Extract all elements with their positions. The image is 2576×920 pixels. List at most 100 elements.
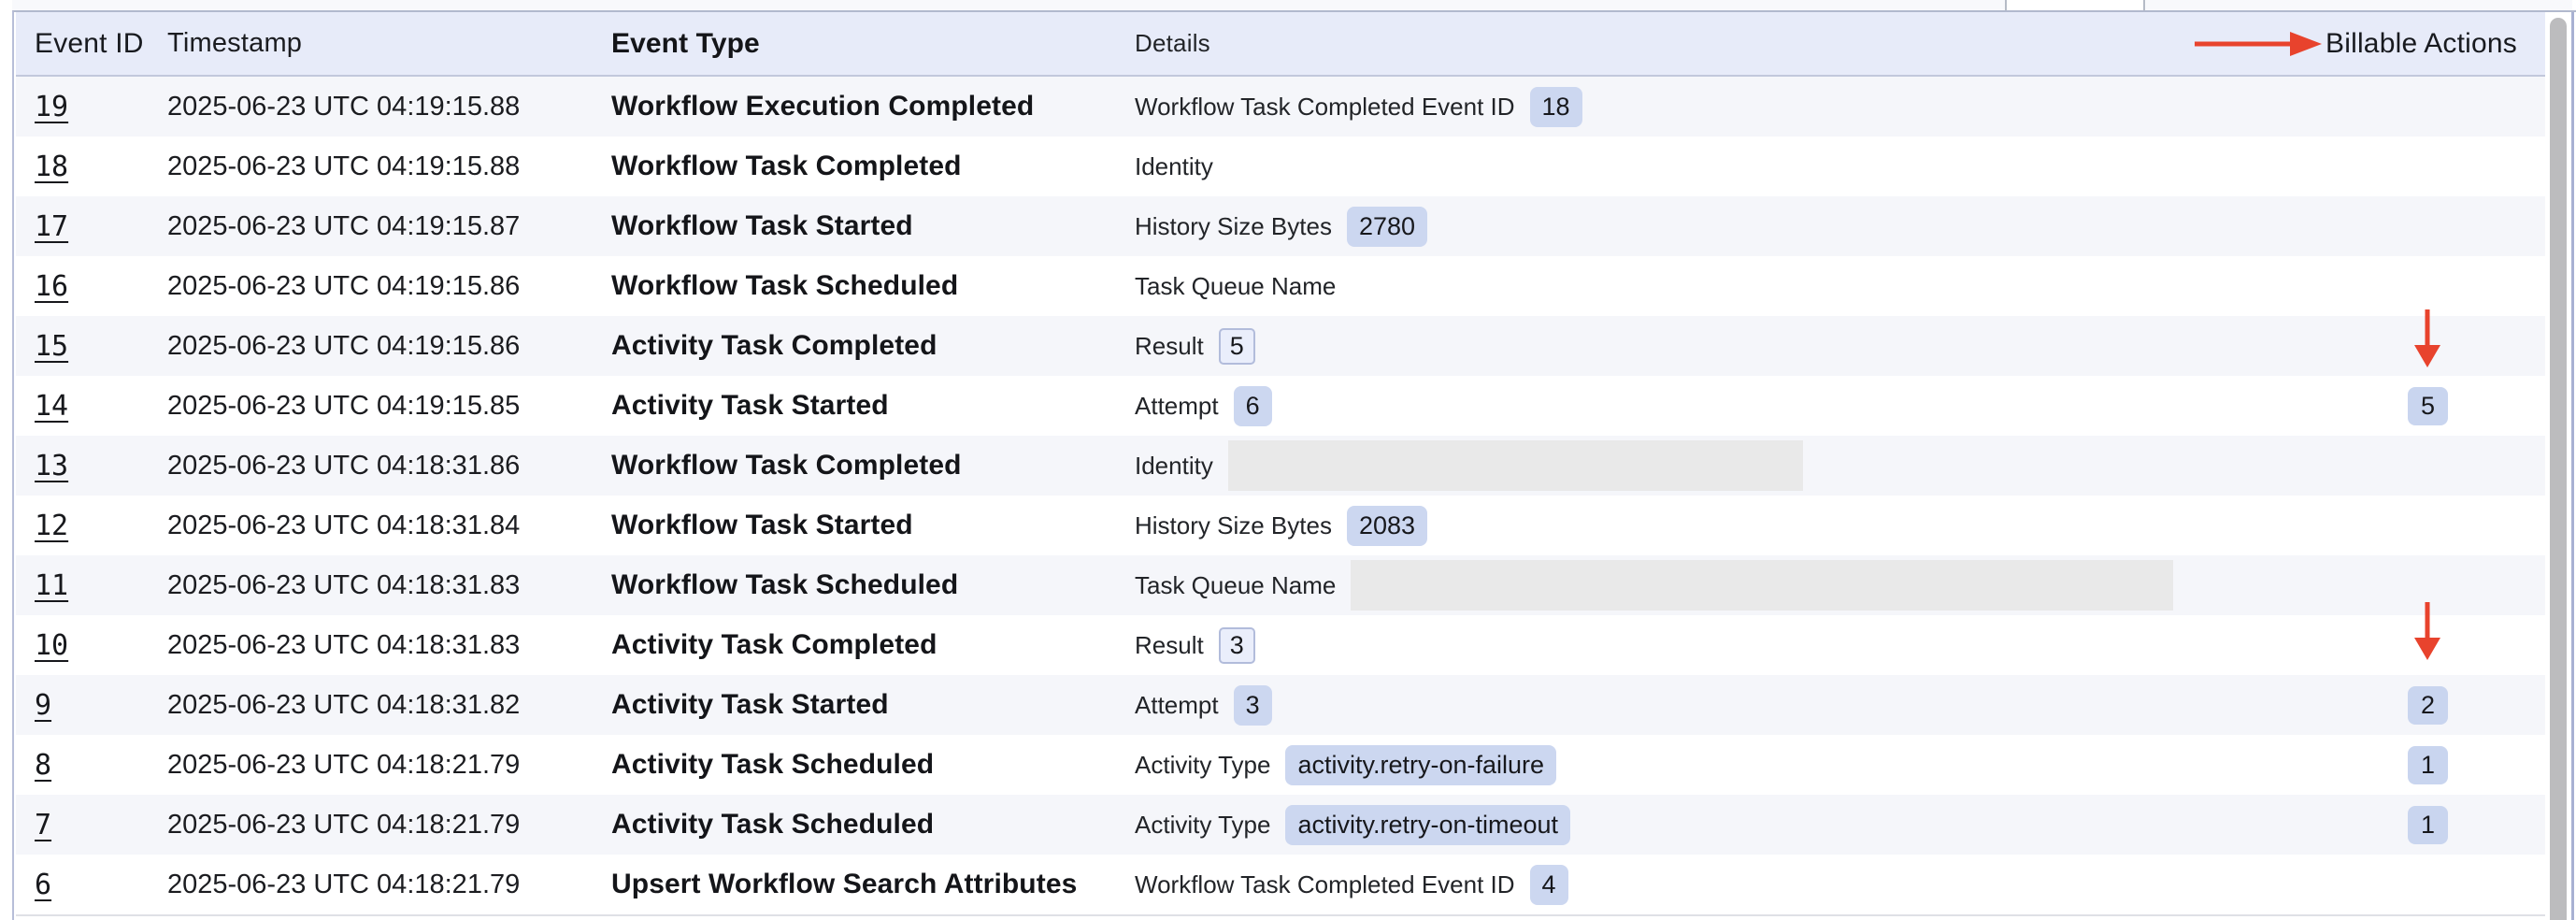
detail-value-badge: activity.retry-on-failure (1285, 745, 1556, 785)
details-cell: Attempt 6 (1135, 386, 2311, 426)
details-cell: History Size Bytes 2780 (1135, 207, 2311, 247)
billable-actions-cell: 5 (2311, 376, 2545, 436)
detail-label: Activity Type (1135, 811, 1270, 840)
detail-value-badge: 6 (1234, 386, 1272, 426)
details-cell: Activity Type activity.retry-on-failure (1135, 745, 2311, 785)
table-row[interactable]: 14 2025-06-23 UTC 04:19:15.85 Activity T… (16, 376, 2545, 436)
scrollbar-thumb[interactable] (2550, 18, 2567, 920)
redacted-value-block (1228, 440, 1803, 491)
table-row[interactable]: 8 2025-06-23 UTC 04:18:21.79 Activity Ta… (16, 735, 2545, 795)
timestamp-text: 2025-06-23 UTC 04:18:31.84 (167, 510, 611, 541)
billable-actions-cell (2311, 256, 2545, 316)
partial-row-above-table (12, 0, 2572, 10)
billable-actions-cell (2311, 555, 2545, 615)
event-id-link[interactable]: 16 (35, 270, 68, 303)
details-cell: Result 3 (1135, 627, 2311, 664)
details-cell: Identity (1135, 440, 2311, 491)
event-type-text: Activity Task Completed (611, 330, 1135, 362)
billable-actions-cell: 1 (2311, 735, 2545, 795)
event-id-link[interactable]: 14 (35, 390, 68, 423)
billable-actions-cell (2311, 137, 2545, 196)
event-id-link[interactable]: 10 (35, 629, 68, 662)
detail-label: Workflow Task Completed Event ID (1135, 93, 1515, 122)
event-id-link[interactable]: 13 (35, 450, 68, 482)
details-cell: Task Queue Name (1135, 272, 2311, 301)
timestamp-text: 2025-06-23 UTC 04:18:21.79 (167, 870, 611, 900)
detail-label: Task Queue Name (1135, 272, 1336, 301)
table-row[interactable]: 15 2025-06-23 UTC 04:19:15.86 Activity T… (16, 316, 2545, 376)
billable-actions-cell: 2 (2311, 675, 2545, 735)
detail-label: Attempt (1135, 392, 1219, 421)
timestamp-text: 2025-06-23 UTC 04:18:31.83 (167, 630, 611, 661)
table-bottom-border (16, 914, 2545, 916)
detail-label: Result (1135, 631, 1204, 660)
table-row[interactable]: 17 2025-06-23 UTC 04:19:15.87 Workflow T… (16, 196, 2545, 256)
detail-value-badge: activity.retry-on-timeout (1285, 805, 1570, 845)
event-id-link[interactable]: 18 (35, 151, 68, 183)
event-type-text: Activity Task Completed (611, 629, 1135, 661)
detail-label: Identity (1135, 152, 1213, 181)
billable-actions-cell (2311, 855, 2545, 914)
table-row[interactable]: 7 2025-06-23 UTC 04:18:21.79 Activity Ta… (16, 795, 2545, 855)
event-id-link[interactable]: 9 (35, 689, 51, 722)
event-id-link[interactable]: 17 (35, 210, 68, 243)
detail-label: History Size Bytes (1135, 511, 1332, 540)
card-right-border (2571, 12, 2574, 920)
event-id-link[interactable]: 6 (35, 869, 51, 901)
table-body: 19 2025-06-23 UTC 04:19:15.88 Workflow E… (16, 77, 2545, 914)
table-row[interactable]: 19 2025-06-23 UTC 04:19:15.88 Workflow E… (16, 77, 2545, 137)
table-header-row: Event ID Timestamp Event Type Details Bi… (16, 12, 2545, 77)
billable-actions-cell (2311, 496, 2545, 555)
timestamp-text: 2025-06-23 UTC 04:19:15.88 (167, 92, 611, 122)
event-type-text: Workflow Task Scheduled (611, 270, 1135, 302)
redacted-value-block (1351, 560, 2173, 611)
table-row[interactable]: 18 2025-06-23 UTC 04:19:15.88 Workflow T… (16, 137, 2545, 196)
detail-value-badge: 2780 (1347, 207, 1427, 247)
billable-actions-cell (2311, 316, 2545, 376)
timestamp-text: 2025-06-23 UTC 04:19:15.86 (167, 331, 611, 362)
event-id-link[interactable]: 12 (35, 510, 68, 542)
table-row[interactable]: 11 2025-06-23 UTC 04:18:31.83 Workflow T… (16, 555, 2545, 615)
billable-actions-cell: 1 (2311, 795, 2545, 855)
detail-value-badge: 3 (1234, 685, 1272, 726)
timestamp-text: 2025-06-23 UTC 04:19:15.87 (167, 211, 611, 242)
detail-value-badge: 2083 (1347, 506, 1427, 546)
event-type-text: Workflow Task Started (611, 210, 1135, 242)
event-id-link[interactable]: 8 (35, 749, 51, 782)
column-header-details: Details (1135, 29, 2311, 58)
event-history-table: Event ID Timestamp Event Type Details Bi… (12, 10, 2576, 920)
table-row[interactable]: 6 2025-06-23 UTC 04:18:21.79 Upsert Work… (16, 855, 2545, 914)
event-type-text: Workflow Task Started (611, 510, 1135, 541)
event-type-text: Workflow Task Scheduled (611, 569, 1135, 601)
table-row[interactable]: 9 2025-06-23 UTC 04:18:31.82 Activity Ta… (16, 675, 2545, 735)
table-row[interactable]: 16 2025-06-23 UTC 04:19:15.86 Workflow T… (16, 256, 2545, 316)
billable-actions-badge: 1 (2408, 746, 2448, 784)
billable-actions-cell (2311, 436, 2545, 496)
event-id-link[interactable]: 19 (35, 91, 68, 123)
timestamp-text: 2025-06-23 UTC 04:18:31.82 (167, 690, 611, 721)
scrollbar-track[interactable] (2545, 12, 2571, 920)
details-cell: Activity Type activity.retry-on-timeout (1135, 805, 2311, 845)
table-row[interactable]: 12 2025-06-23 UTC 04:18:31.84 Workflow T… (16, 496, 2545, 555)
event-id-link[interactable]: 7 (35, 809, 51, 841)
details-cell: Identity (1135, 152, 2311, 181)
detail-label: Task Queue Name (1135, 571, 1336, 600)
detail-label: Result (1135, 332, 1204, 361)
billable-actions-cell (2311, 77, 2545, 137)
billable-actions-badge: 5 (2408, 387, 2448, 425)
details-cell: Workflow Task Completed Event ID 18 (1135, 87, 2311, 127)
event-id-link[interactable]: 11 (35, 569, 68, 602)
detail-label: History Size Bytes (1135, 212, 1332, 241)
timestamp-text: 2025-06-23 UTC 04:19:15.86 (167, 271, 611, 302)
timestamp-text: 2025-06-23 UTC 04:18:21.79 (167, 750, 611, 781)
detail-value-badge: 3 (1219, 627, 1255, 664)
table-row[interactable]: 10 2025-06-23 UTC 04:18:31.83 Activity T… (16, 615, 2545, 675)
detail-label: Identity (1135, 452, 1213, 481)
timestamp-text: 2025-06-23 UTC 04:18:31.86 (167, 451, 611, 482)
timestamp-text: 2025-06-23 UTC 04:19:15.85 (167, 391, 611, 422)
detail-label: Attempt (1135, 691, 1219, 720)
event-type-text: Activity Task Scheduled (611, 749, 1135, 781)
table-row[interactable]: 13 2025-06-23 UTC 04:18:31.86 Workflow T… (16, 436, 2545, 496)
event-id-link[interactable]: 15 (35, 330, 68, 363)
details-cell: History Size Bytes 2083 (1135, 506, 2311, 546)
